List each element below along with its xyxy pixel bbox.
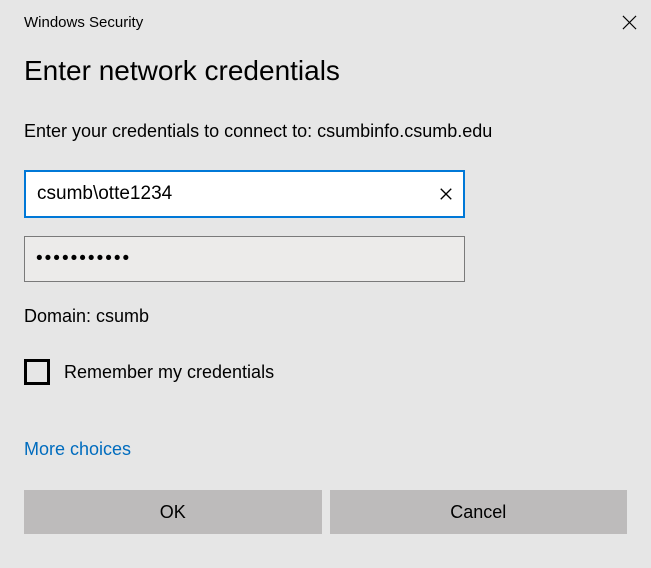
dialog-content: Enter network credentials Enter your cre…: [0, 39, 651, 558]
username-wrap: [24, 170, 465, 218]
dialog-heading: Enter network credentials: [24, 55, 627, 87]
clear-input-icon[interactable]: [439, 187, 453, 201]
remember-label: Remember my credentials: [64, 362, 274, 383]
password-input[interactable]: [24, 236, 465, 282]
ok-button[interactable]: OK: [24, 490, 322, 534]
titlebar: Windows Security: [0, 0, 651, 39]
more-choices-link[interactable]: More choices: [24, 439, 131, 460]
username-input[interactable]: [24, 170, 465, 218]
close-icon[interactable]: [622, 15, 637, 30]
titlebar-title: Windows Security: [24, 14, 143, 31]
remember-row[interactable]: Remember my credentials: [24, 359, 627, 385]
dialog-subtext: Enter your credentials to connect to: cs…: [24, 121, 627, 142]
cancel-button[interactable]: Cancel: [330, 490, 628, 534]
remember-checkbox[interactable]: [24, 359, 50, 385]
domain-text: Domain: csumb: [24, 306, 627, 327]
button-row: OK Cancel: [24, 490, 627, 534]
